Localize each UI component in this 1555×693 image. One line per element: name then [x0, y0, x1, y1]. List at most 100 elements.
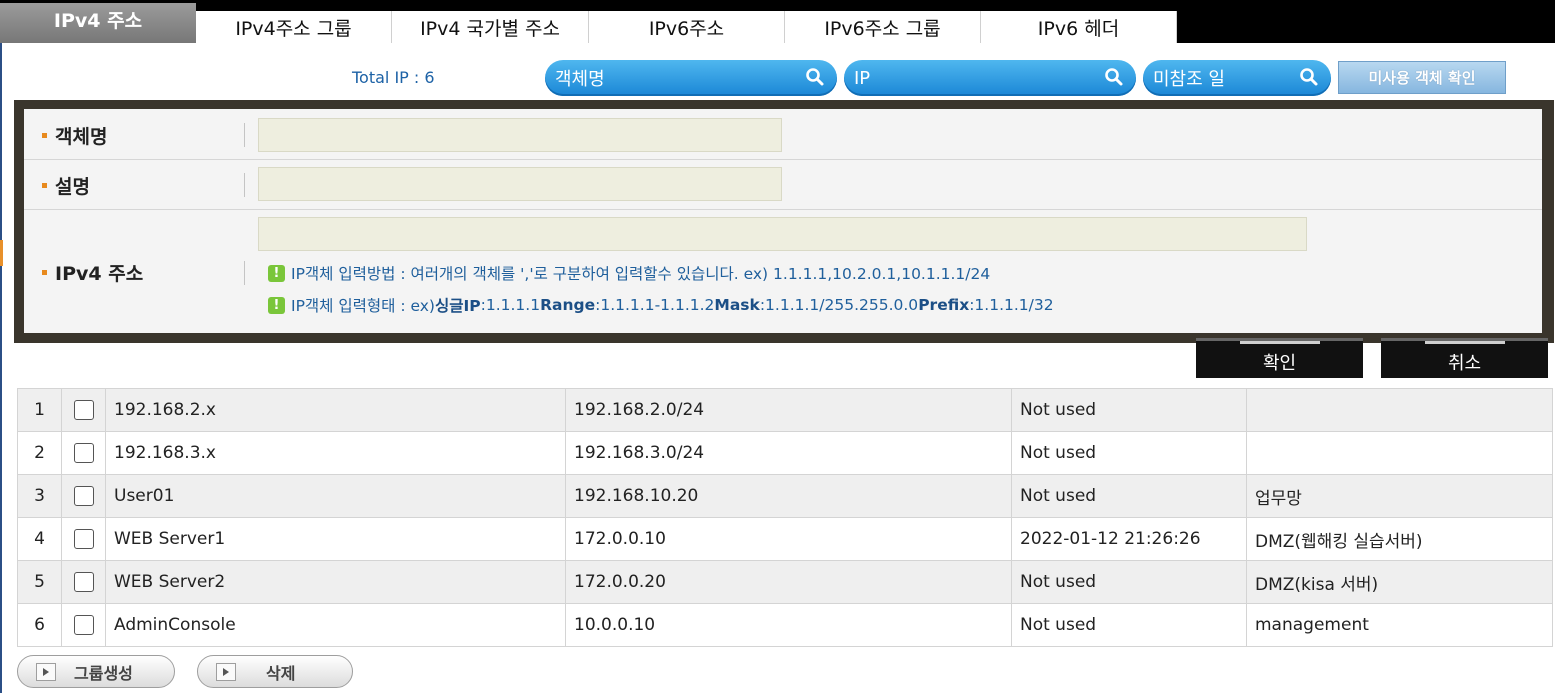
table-row[interactable]: 4 WEB Server1 172.0.0.10 2022-01-12 21:2…	[17, 517, 1553, 561]
form-row-ipv4: IPv4 주소 ! IP객체 입력방법 : 여러개의 객체를 ','로 구분하여…	[24, 210, 1542, 333]
tab-ipv4-address[interactable]: IPv4 주소	[0, 3, 196, 43]
create-group-label: 그룹생성	[74, 663, 133, 683]
row-number: 4	[17, 517, 62, 561]
confirm-button[interactable]: 확인	[1196, 338, 1363, 378]
row-number: 5	[17, 560, 62, 604]
object-name-cell[interactable]: AdminConsole	[105, 603, 566, 647]
ip-object-table: 1 192.168.2.x 192.168.2.0/24 Not used 2 …	[17, 388, 1553, 647]
search-icon[interactable]	[1299, 67, 1319, 87]
tab-ipv6-address-group[interactable]: IPv6주소 그룹	[785, 11, 981, 43]
object-name-input[interactable]	[258, 118, 782, 152]
row-checkbox-cell	[61, 560, 106, 604]
table-row[interactable]: 6 AdminConsole 10.0.0.10 Not used manage…	[17, 603, 1553, 647]
search-ip-label: IP	[854, 67, 871, 89]
format-mask-value: :1.1.1.1/255.255.0.0	[759, 296, 919, 314]
format-prefix: Prefix	[918, 296, 970, 314]
search-object-name[interactable]: 객체명	[545, 60, 837, 96]
row-number: 2	[17, 431, 62, 475]
left-border	[0, 43, 2, 693]
last-used-cell: 2022-01-12 21:26:26	[1011, 517, 1247, 561]
last-used-cell: Not used	[1011, 474, 1247, 518]
row-checkbox-cell	[61, 474, 106, 518]
row-checkbox[interactable]	[73, 615, 94, 635]
input-method-hint: ! IP객체 입력방법 : 여러개의 객체를 ','로 구분하여 입력할수 있습…	[268, 262, 990, 284]
tab-ipv4-country-address[interactable]: IPv4 국가별 주소	[392, 11, 589, 43]
play-icon	[216, 662, 236, 681]
table-row[interactable]: 1 192.168.2.x 192.168.2.0/24 Not used	[17, 388, 1553, 432]
search-icon[interactable]	[1104, 67, 1124, 87]
format-range-value: :1.1.1.1-1.1.1.2	[595, 296, 715, 314]
ip-cell: 10.0.0.10	[565, 603, 1012, 647]
input-format-hint: ! IP객체 입력형태 : ex) 싱글IP:1.1.1.1 Range:1.1…	[268, 294, 1054, 316]
bullet-icon	[42, 270, 47, 275]
object-form-panel: 객체명 설명 IPv4 주소 ! IP객체 입력방법 : 여러개의 객체를 ',…	[14, 100, 1554, 343]
ipv4-address-label-text: IPv4 주소	[55, 263, 144, 285]
row-number: 3	[17, 474, 62, 518]
tab-ipv6-header[interactable]: IPv6 헤더	[981, 11, 1177, 43]
object-name-cell[interactable]: WEB Server1	[105, 517, 566, 561]
total-ip-count: Total IP : 6	[352, 68, 435, 87]
input-format-prefix: IP객체 입력형태 : ex)	[291, 297, 435, 315]
last-used-cell: Not used	[1011, 388, 1247, 432]
description-cell: DMZ(웹해킹 실습서버)	[1246, 517, 1553, 561]
format-mask: Mask	[714, 296, 760, 314]
delete-button[interactable]: 삭제	[197, 655, 353, 688]
exclamation-icon: !	[268, 296, 285, 314]
row-checkbox[interactable]	[73, 486, 94, 506]
row-number: 6	[17, 603, 62, 647]
bullet-icon	[42, 183, 47, 188]
exclamation-icon: !	[268, 264, 285, 282]
ip-cell: 192.168.2.0/24	[565, 388, 1012, 432]
object-name-cell[interactable]: WEB Server2	[105, 560, 566, 604]
form-row-name: 객체명	[24, 109, 1542, 160]
object-name-label: 객체명	[42, 122, 107, 149]
ipv4-address-label: IPv4 주소	[42, 259, 143, 286]
left-accent-mark	[0, 240, 3, 266]
last-used-cell: Not used	[1011, 560, 1247, 604]
row-checkbox-cell	[61, 517, 106, 561]
object-name-label-text: 객체명	[55, 126, 108, 148]
last-used-cell: Not used	[1011, 431, 1247, 475]
object-name-cell[interactable]: User01	[105, 474, 566, 518]
search-icon[interactable]	[805, 67, 825, 87]
description-label-text: 설명	[55, 176, 90, 198]
description-input[interactable]	[258, 167, 782, 201]
ip-cell: 172.0.0.10	[565, 517, 1012, 561]
row-checkbox[interactable]	[73, 572, 94, 592]
create-group-button[interactable]: 그룹생성	[17, 655, 175, 688]
row-number: 1	[17, 388, 62, 432]
row-checkbox[interactable]	[73, 400, 94, 420]
format-single-ip: 싱글IP	[434, 297, 481, 315]
separator	[244, 261, 245, 285]
object-form: 객체명 설명 IPv4 주소 ! IP객체 입력방법 : 여러개의 객체를 ',…	[24, 109, 1542, 333]
form-row-description: 설명	[24, 160, 1542, 210]
check-unused-objects-button[interactable]: 미사용 객체 확인	[1338, 61, 1506, 94]
tab-ipv4-address-group[interactable]: IPv4주소 그룹	[196, 11, 392, 43]
cancel-button[interactable]: 취소	[1381, 338, 1548, 378]
bullet-icon	[42, 133, 47, 138]
search-unreferenced-days-label: 미참조 일	[1153, 69, 1225, 90]
separator	[244, 173, 245, 197]
table-row[interactable]: 5 WEB Server2 172.0.0.20 Not used DMZ(ki…	[17, 560, 1553, 604]
table-row[interactable]: 3 User01 192.168.10.20 Not used 업무망	[17, 474, 1553, 518]
description-cell	[1246, 431, 1553, 475]
search-ip[interactable]: IP	[844, 60, 1136, 96]
object-name-cell[interactable]: 192.168.2.x	[105, 388, 566, 432]
search-unreferenced-days[interactable]: 미참조 일	[1143, 60, 1331, 96]
description-cell: 업무망	[1246, 474, 1553, 518]
ip-cell: 192.168.10.20	[565, 474, 1012, 518]
tab-ipv6-address[interactable]: IPv6주소	[589, 11, 785, 43]
table-row[interactable]: 2 192.168.3.x 192.168.3.0/24 Not used	[17, 431, 1553, 475]
last-used-cell: Not used	[1011, 603, 1247, 647]
description-label: 설명	[42, 172, 90, 199]
row-checkbox[interactable]	[73, 443, 94, 463]
description-cell: management	[1246, 603, 1553, 647]
description-cell	[1246, 388, 1553, 432]
ip-cell: 192.168.3.0/24	[565, 431, 1012, 475]
object-name-cell[interactable]: 192.168.3.x	[105, 431, 566, 475]
ip-cell: 172.0.0.20	[565, 560, 1012, 604]
play-icon	[36, 662, 56, 681]
tab-bar: IPv4 주소 IPv4주소 그룹 IPv4 국가별 주소 IPv6주소 IPv…	[0, 0, 1555, 43]
row-checkbox[interactable]	[73, 529, 94, 549]
ipv4-address-input[interactable]	[258, 217, 1307, 251]
